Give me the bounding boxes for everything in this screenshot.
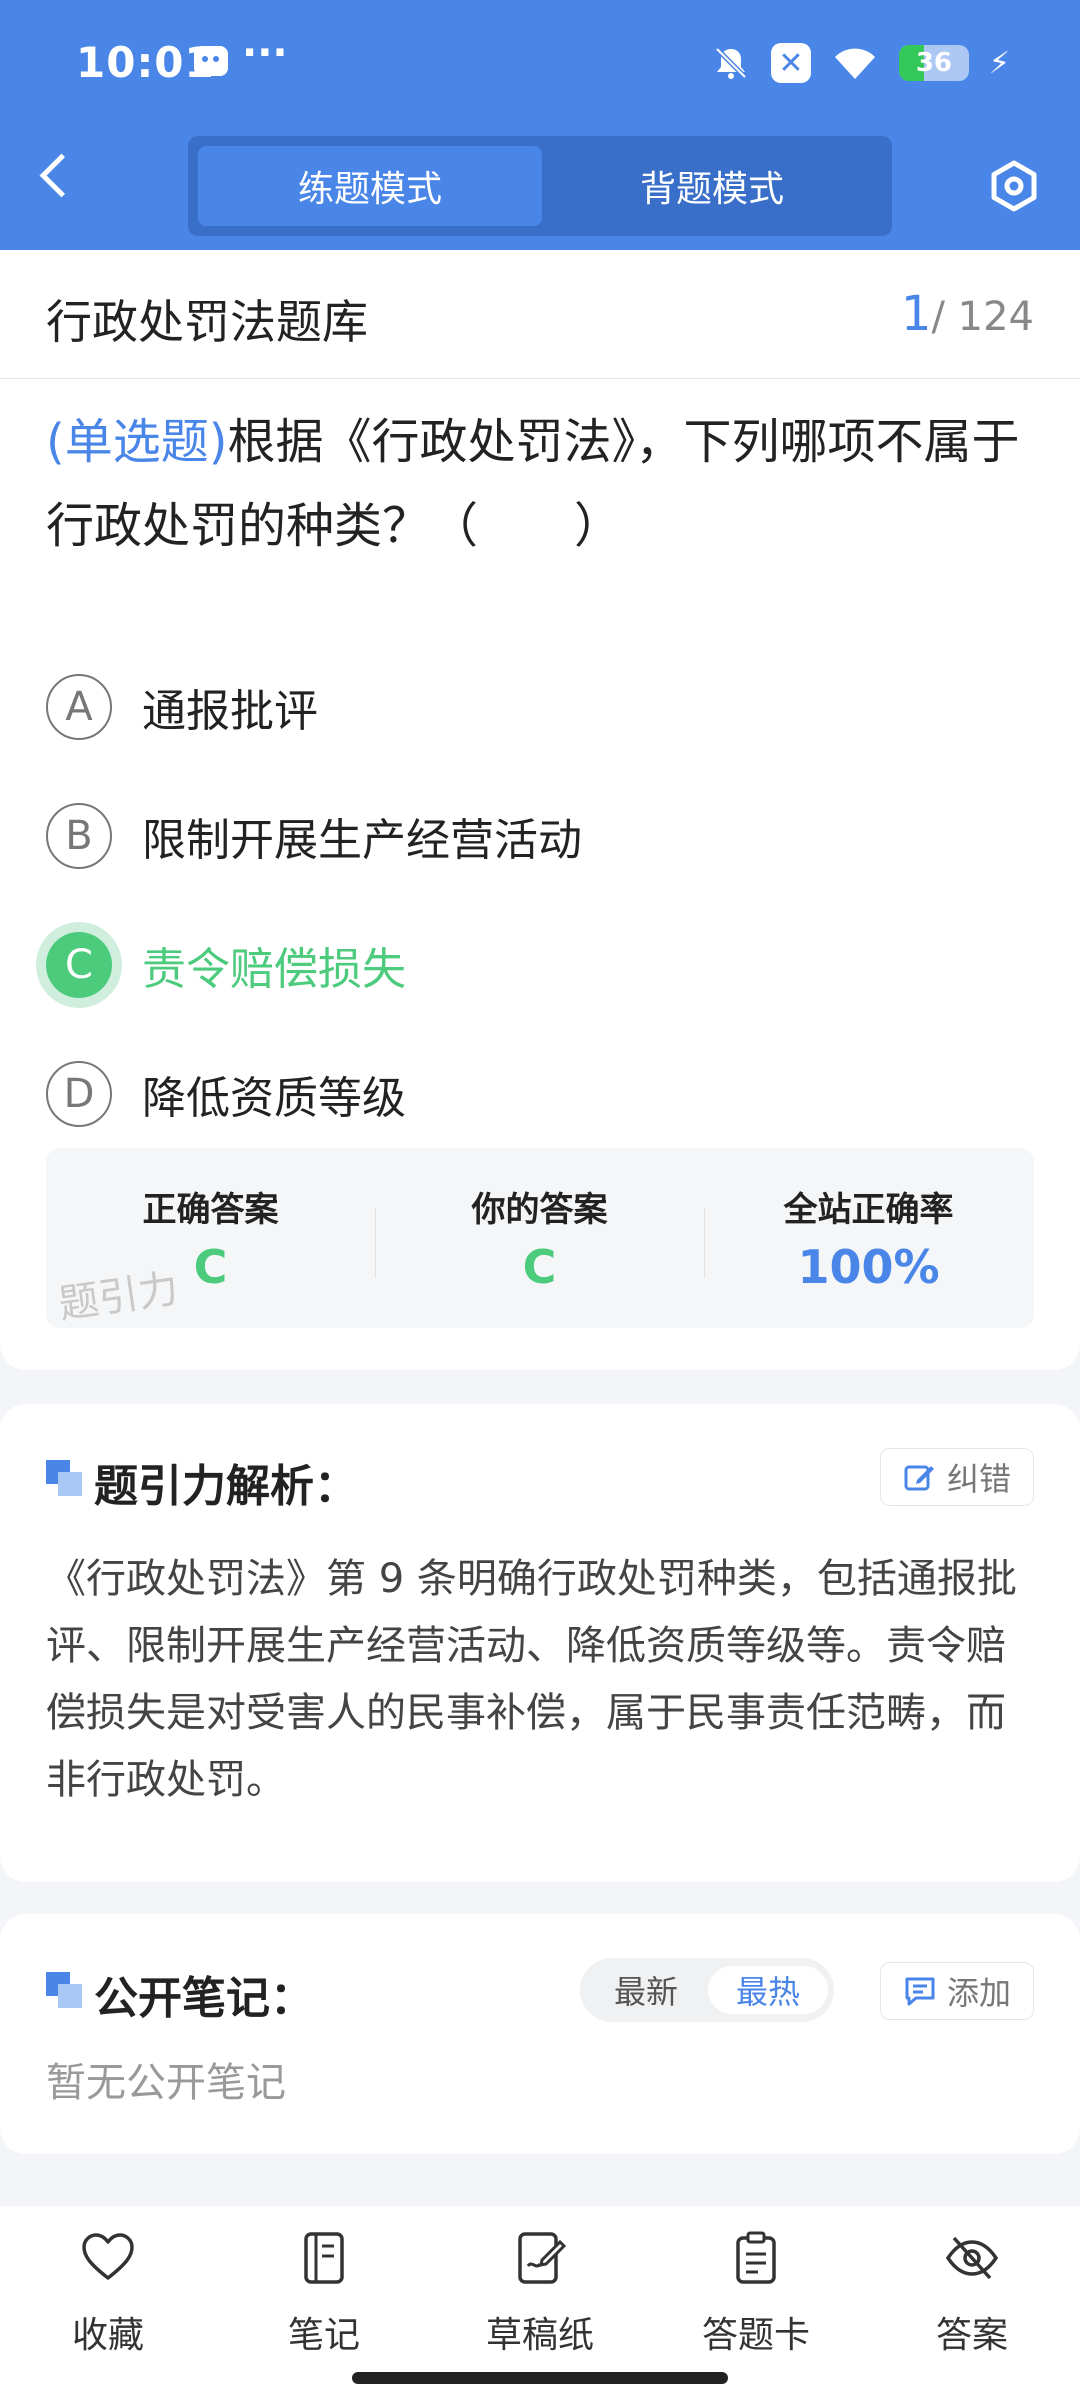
tab-practice-mode[interactable]: 练题模式 [198, 146, 542, 226]
bottom-nav: 收藏 笔记 草稿纸 答题卡 答案 [0, 2206, 1080, 2400]
bell-off-icon [715, 47, 747, 79]
more-notifications-icon: ··· [242, 30, 288, 76]
option-b[interactable]: B 限制开展生产经营活动 [46, 791, 1036, 881]
section-icon [46, 1460, 82, 1496]
report-error-label: 纠错 [946, 1460, 1011, 1498]
edit-icon [904, 1465, 934, 1491]
answer-sheet-icon [736, 2231, 776, 2284]
wifi-icon [834, 48, 875, 79]
answer-stats: 正确答案 C 你的答案 C 全站正确率 100% 题引力 [46, 1148, 1034, 1328]
notes-card: 公开笔记： 最新 最热 添加 暂无公开笔记 [0, 1914, 1080, 2154]
top-bar: 10:01 ··· ✕ 36 ⚡ 练题模式 背题模式 [0, 0, 1080, 250]
settings-icon[interactable] [988, 160, 1040, 212]
total-questions: / 124 [931, 294, 1034, 340]
option-letter: C [46, 932, 112, 998]
nav-notes[interactable]: 笔记 [244, 2230, 404, 2370]
heart-icon [82, 2233, 134, 2280]
option-text: 限制开展生产经营活动 [142, 815, 582, 866]
question-card: 行政处罚法题库 1/ 124 (单选题)根据《行政处罚法》，下列哪项不属于行政处… [0, 250, 1080, 1370]
comment-icon [905, 1977, 935, 2006]
analysis-title: 题引力解析： [94, 1461, 358, 1512]
nav-favorite[interactable]: 收藏 [28, 2230, 188, 2370]
nav-answer[interactable]: 答案 [892, 2230, 1052, 2370]
status-bar: 10:01 ··· ✕ 36 ⚡ [0, 0, 1080, 125]
question-text: (单选题)根据《行政处罚法》，下列哪项不属于行政处罚的种类？（ ） [46, 400, 1036, 568]
option-d[interactable]: D 降低资质等级 [46, 1049, 1036, 1139]
add-note-label: 添加 [946, 1974, 1011, 2012]
close-notification-icon: ✕ [770, 43, 811, 83]
tab-memorize-mode[interactable]: 背题模式 [540, 146, 884, 226]
home-indicator[interactable] [352, 2372, 728, 2384]
site-accuracy-stat: 全站正确率 100% [704, 1148, 1033, 1328]
site-accuracy-label: 全站正确率 [783, 1190, 954, 1230]
eye-off-icon [945, 2236, 999, 2280]
back-icon[interactable] [39, 153, 84, 198]
notes-sort-toggle: 最新 最热 [580, 1958, 834, 2022]
bank-title: 行政处罚法题库 [46, 295, 368, 349]
battery-icon: 36 [898, 45, 969, 81]
notes-empty-text: 暂无公开笔记 [46, 2060, 286, 2106]
option-c[interactable]: C 责令赔偿损失 [46, 920, 1036, 1010]
section-icon [46, 1972, 82, 2008]
analysis-card: 题引力解析： 纠错 《行政处罚法》第 9 条明确行政处罚种类，包括通报批评、限制… [0, 1404, 1080, 1882]
add-note-button[interactable]: 添加 [879, 1962, 1034, 2020]
your-answer-value: C [522, 1240, 557, 1294]
option-text: 责令赔偿损失 [142, 944, 406, 995]
report-error-button[interactable]: 纠错 [879, 1448, 1034, 1506]
your-answer-stat: 你的答案 C [375, 1148, 704, 1328]
draft-pen-icon [518, 2232, 567, 2284]
your-answer-label: 你的答案 [471, 1190, 608, 1230]
sort-latest[interactable]: 最新 [586, 1966, 706, 2014]
current-question-number: 1 [900, 286, 932, 342]
nav-draft[interactable]: 草稿纸 [460, 2230, 620, 2370]
option-text: 通报批评 [142, 686, 318, 737]
notebook-icon [304, 2232, 344, 2284]
question-counter: 1/ 124 [901, 286, 1034, 342]
charging-icon: ⚡ [988, 45, 1010, 81]
notes-title: 公开笔记： [94, 1973, 314, 2024]
option-a[interactable]: A 通报批评 [46, 662, 1036, 752]
question-type: (单选题) [46, 414, 228, 470]
site-accuracy-value: 100% [797, 1240, 940, 1294]
nav-answer-sheet[interactable]: 答题卡 [676, 2230, 836, 2370]
bank-header: 行政处罚法题库 1/ 124 [0, 250, 1080, 379]
option-letter: A [46, 674, 112, 740]
correct-answer-label: 正确答案 [142, 1190, 279, 1230]
analysis-text: 《行政处罚法》第 9 条明确行政处罚种类，包括通报批评、限制开展生产经营活动、降… [46, 1556, 1017, 1803]
option-letter: D [46, 1061, 112, 1127]
wechat-icon [194, 46, 228, 76]
sort-hot[interactable]: 最热 [708, 1966, 828, 2014]
option-letter: B [46, 803, 112, 869]
option-text: 降低资质等级 [142, 1073, 406, 1124]
mode-switch: 练题模式 背题模式 [188, 136, 892, 236]
